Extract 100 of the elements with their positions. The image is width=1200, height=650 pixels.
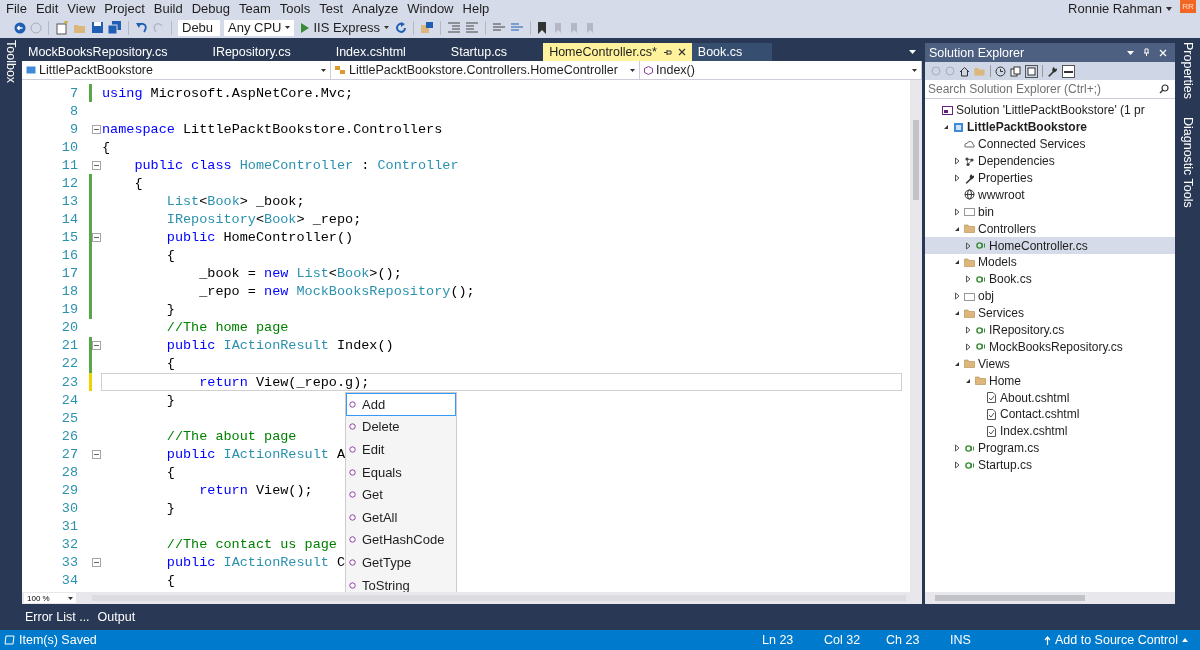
- tool-window-tab[interactable]: Error List ...: [25, 610, 90, 624]
- caret-icon[interactable]: [912, 68, 917, 72]
- document-tab[interactable]: Startup.cs: [444, 43, 514, 61]
- completion-item[interactable]: Get: [346, 483, 456, 506]
- side-tab[interactable]: Toolbox: [4, 38, 18, 86]
- undo-icon[interactable]: [135, 21, 148, 34]
- document-tab[interactable]: IRepository.cs: [206, 43, 297, 61]
- type-dropdown[interactable]: LittlePacktBookstore.Controllers.HomeController: [331, 61, 640, 79]
- collapsed-icon[interactable]: [953, 157, 961, 166]
- source-control-button[interactable]: Add to Source Control: [1044, 633, 1188, 647]
- caret-icon[interactable]: [383, 26, 389, 29]
- tree-item[interactable]: Book.cs: [925, 270, 1175, 288]
- caret-icon[interactable]: [285, 26, 291, 29]
- configuration-dropdown[interactable]: Debu: [178, 19, 220, 36]
- tree-item[interactable]: Index.cshtml: [925, 422, 1175, 440]
- new-item-icon[interactable]: [55, 20, 69, 35]
- pin-icon[interactable]: [662, 47, 672, 57]
- menu-item[interactable]: File: [2, 1, 32, 16]
- completion-item[interactable]: ToString: [346, 573, 456, 592]
- side-tab[interactable]: Diagnostic Tools: [1180, 115, 1195, 210]
- menu-item[interactable]: Team: [235, 1, 276, 16]
- wrench-icon[interactable]: [1047, 65, 1058, 77]
- document-tab[interactable]: HomeController.cs*: [543, 43, 692, 61]
- menu-item[interactable]: Tools: [275, 1, 316, 16]
- show-all-icon[interactable]: [1025, 64, 1038, 78]
- tree-item[interactable]: MockBooksRepository.cs: [925, 338, 1175, 356]
- menu-item[interactable]: Build: [149, 1, 188, 16]
- run-button[interactable]: IIS Express: [298, 20, 391, 35]
- expanded-icon[interactable]: [953, 309, 961, 318]
- collapsed-icon[interactable]: [953, 207, 961, 216]
- save-all-icon[interactable]: [108, 21, 122, 34]
- home-icon[interactable]: [959, 65, 970, 77]
- expanded-icon[interactable]: [953, 258, 961, 267]
- collapse-icon[interactable]: [92, 449, 101, 459]
- menu-item[interactable]: Window: [403, 1, 459, 16]
- side-tab[interactable]: Properties: [1180, 40, 1195, 101]
- completion-item[interactable]: Equals: [346, 460, 456, 484]
- completion-item[interactable]: GetHashCode: [346, 528, 456, 552]
- collapsed-icon[interactable]: [964, 342, 972, 351]
- scrollbar[interactable]: [935, 595, 1085, 601]
- close-icon[interactable]: [677, 48, 686, 56]
- search-field[interactable]: Search Solution Explorer (Ctrl+;): [925, 80, 1175, 99]
- collapsed-icon[interactable]: [953, 174, 961, 182]
- copy-icon[interactable]: [1010, 65, 1021, 77]
- project-dropdown[interactable]: LittlePacktBookstore: [22, 61, 331, 79]
- menu-item[interactable]: Analyze: [348, 1, 404, 16]
- tree-item[interactable]: Startup.cs: [925, 456, 1175, 474]
- collapse-icon[interactable]: [92, 558, 101, 568]
- tree-item[interactable]: LittlePacktBookstore: [925, 118, 1175, 136]
- search-icon[interactable]: [1159, 84, 1169, 94]
- tree-item[interactable]: HomeController.cs: [925, 237, 1175, 254]
- refresh-icon[interactable]: [394, 21, 407, 34]
- caret-icon[interactable]: [68, 596, 73, 600]
- document-tab[interactable]: Index.cshtml: [329, 43, 412, 61]
- pin-icon[interactable]: [1142, 48, 1151, 57]
- tree-item[interactable]: Views: [925, 355, 1175, 373]
- expanded-icon[interactable]: [942, 123, 950, 132]
- zoom-dropdown[interactable]: 100 %: [24, 593, 76, 603]
- tree-item[interactable]: Controllers: [925, 220, 1175, 238]
- collapsed-icon[interactable]: [953, 461, 961, 470]
- tree-item[interactable]: obj: [925, 287, 1175, 305]
- collapsed-icon[interactable]: [953, 292, 961, 301]
- completion-item[interactable]: GetType: [346, 551, 456, 574]
- tab-list-icon[interactable]: [909, 50, 916, 54]
- tree-item[interactable]: Program.cs: [925, 439, 1175, 457]
- menu-item[interactable]: Debug: [187, 1, 235, 16]
- tree-item[interactable]: IRepository.cs: [925, 321, 1175, 339]
- tree-item[interactable]: Connected Services: [925, 135, 1175, 153]
- tree-item[interactable]: Dependencies: [925, 152, 1175, 170]
- completion-item[interactable]: GetAll: [346, 505, 456, 529]
- menu-item[interactable]: Test: [315, 1, 348, 16]
- platform-dropdown[interactable]: Any CPU: [224, 19, 295, 36]
- tree-item[interactable]: Home: [925, 372, 1175, 390]
- user-name[interactable]: Ronnie Rahman: [1068, 1, 1162, 16]
- caret-icon[interactable]: [630, 68, 635, 72]
- tree-item[interactable]: Models: [925, 254, 1175, 271]
- tree-item[interactable]: bin: [925, 203, 1175, 221]
- collapse-icon[interactable]: [92, 124, 101, 134]
- caret-icon[interactable]: [321, 68, 326, 72]
- completion-item[interactable]: Edit: [346, 438, 456, 461]
- collapsed-icon[interactable]: [964, 275, 972, 284]
- completion-item[interactable]: Add: [346, 393, 456, 416]
- save-icon[interactable]: [91, 21, 104, 34]
- menu-item[interactable]: View: [63, 1, 101, 16]
- tree-item[interactable]: Properties: [925, 169, 1175, 187]
- tree-item[interactable]: Contact.cshtml: [925, 406, 1175, 423]
- collapsed-icon[interactable]: [953, 444, 961, 453]
- tool-window-tab[interactable]: Output: [97, 610, 136, 624]
- menu-item[interactable]: Project: [100, 1, 150, 16]
- clock-icon[interactable]: [995, 65, 1006, 77]
- bookmark-icon[interactable]: [536, 21, 547, 34]
- menu-item[interactable]: Help: [458, 1, 495, 16]
- completion-item[interactable]: Delete: [346, 415, 456, 439]
- caret-icon[interactable]: [1127, 50, 1134, 55]
- collapse-icon[interactable]: [92, 341, 101, 351]
- play-icon[interactable]: [300, 22, 310, 33]
- document-tab[interactable]: Book.cs: [691, 43, 773, 61]
- caret-icon[interactable]: [1166, 6, 1172, 11]
- collapsed-icon[interactable]: [964, 326, 972, 334]
- menu-item[interactable]: Edit: [31, 1, 64, 16]
